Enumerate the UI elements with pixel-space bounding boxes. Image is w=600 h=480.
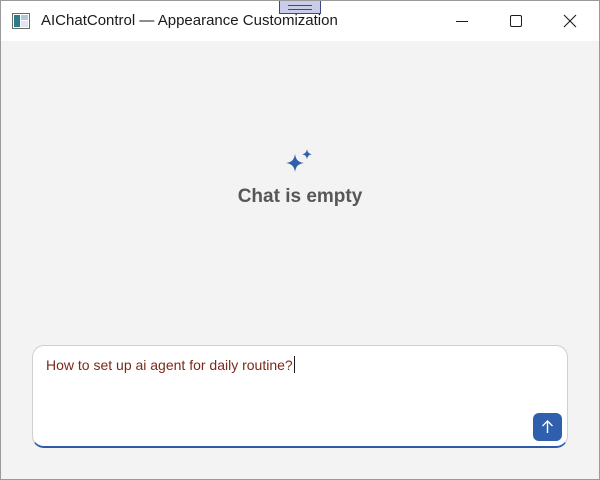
send-button[interactable] <box>533 413 562 441</box>
empty-chat-placeholder: Chat is empty <box>1 146 599 208</box>
arrow-up-icon <box>542 420 553 433</box>
chat-input-box[interactable]: How to set up ai agent for daily routine… <box>32 345 568 448</box>
maximize-button[interactable] <box>493 1 539 41</box>
close-icon <box>563 14 577 28</box>
app-window-icon <box>12 13 30 29</box>
app-window: AIChatControl — Appearance Customization… <box>0 0 600 480</box>
maximize-icon <box>510 15 522 27</box>
window-title: AIChatControl — Appearance Customization <box>41 12 338 29</box>
close-button[interactable] <box>547 1 593 41</box>
chat-input-field[interactable]: How to set up ai agent for daily routine… <box>46 356 295 374</box>
empty-chat-message: Chat is empty <box>237 186 363 207</box>
sparkle-icon <box>286 149 312 172</box>
title-bar[interactable]: AIChatControl — Appearance Customization <box>1 1 599 41</box>
drag-handle[interactable] <box>279 1 321 14</box>
minimize-button[interactable] <box>439 1 485 41</box>
text-caret <box>293 356 295 373</box>
minimize-icon <box>456 21 468 22</box>
chat-input-value: How to set up ai agent for daily routine… <box>46 357 293 373</box>
